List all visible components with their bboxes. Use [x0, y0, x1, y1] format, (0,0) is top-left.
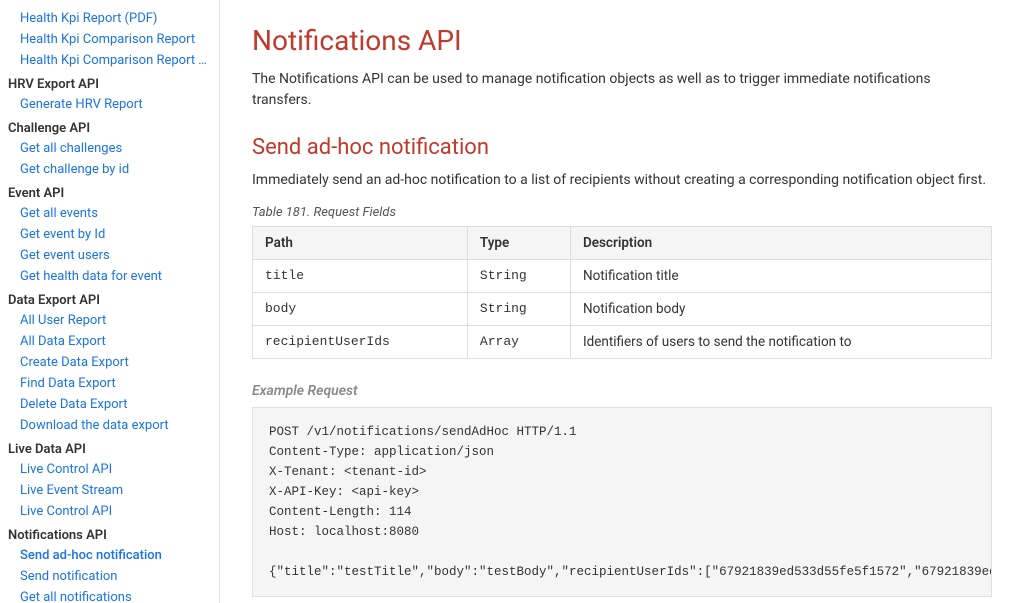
table-cell-path: body — [253, 293, 468, 326]
table-cell-description: Notification body — [570, 293, 991, 326]
table-cell-type: String — [467, 260, 570, 293]
sidebar-item[interactable]: Get all notifications — [0, 587, 219, 603]
table-header-cell: Description — [570, 227, 991, 260]
sidebar-item[interactable]: Get event users — [0, 245, 219, 266]
sidebar-item[interactable]: Send ad-hoc notification — [0, 545, 219, 566]
table-header-cell: Type — [467, 227, 570, 260]
table-head: PathTypeDescription — [253, 227, 992, 260]
table-cell-type: Array — [467, 326, 570, 359]
section-title: Send ad-hoc notification — [252, 135, 992, 160]
main-content: Notifications API The Notifications API … — [220, 0, 1024, 603]
sidebar-section-title: Event API — [0, 180, 219, 203]
sidebar-item[interactable]: Get all events — [0, 203, 219, 224]
sidebar-item[interactable]: Generate HRV Report — [0, 94, 219, 115]
table-caption: Table 181. Request Fields — [252, 205, 992, 220]
sidebar-item[interactable]: Get event by Id — [0, 224, 219, 245]
page-title: Notifications API — [252, 24, 992, 57]
sidebar-item[interactable]: Delete Data Export — [0, 394, 219, 415]
sidebar-item[interactable]: Get challenge by id — [0, 159, 219, 180]
sidebar-item[interactable]: All User Report — [0, 310, 219, 331]
sidebar-item[interactable]: Get all challenges — [0, 138, 219, 159]
table-cell-description: Identifiers of users to send the notific… — [570, 326, 991, 359]
sidebar-item[interactable]: Live Event Stream — [0, 480, 219, 501]
sidebar-item[interactable]: Health Kpi Report (PDF) — [0, 8, 219, 29]
sidebar: Health Kpi Report (PDF)Health Kpi Compar… — [0, 0, 220, 603]
sidebar-item[interactable]: Get health data for event — [0, 266, 219, 287]
table-row: titleStringNotification title — [253, 260, 992, 293]
table-cell-path: title — [253, 260, 468, 293]
sidebar-section-title: HRV Export API — [0, 71, 219, 94]
table-cell-description: Notification title — [570, 260, 991, 293]
sidebar-item[interactable]: Download the data export — [0, 415, 219, 436]
sidebar-item[interactable]: Create Data Export — [0, 352, 219, 373]
table-row: recipientUserIdsArrayIdentifiers of user… — [253, 326, 992, 359]
sidebar-item[interactable]: Health Kpi Comparison Report — [0, 29, 219, 50]
sidebar-item[interactable]: Live Control API — [0, 459, 219, 480]
sidebar-item[interactable]: Send notification — [0, 566, 219, 587]
example-request-label: Example Request — [252, 383, 992, 399]
sidebar-item[interactable]: All Data Export — [0, 331, 219, 352]
sidebar-section-title: Data Export API — [0, 287, 219, 310]
sidebar-item[interactable]: Health Kpi Comparison Report (PDF) — [0, 50, 219, 71]
table-header-row: PathTypeDescription — [253, 227, 992, 260]
table-body: titleStringNotification titlebodyStringN… — [253, 260, 992, 359]
sidebar-item[interactable]: Live Control API — [0, 501, 219, 522]
section-description: Immediately send an ad-hoc notification … — [252, 170, 992, 191]
example-request-code: POST /v1/notifications/sendAdHoc HTTP/1.… — [252, 407, 992, 597]
page-description: The Notifications API can be used to man… — [252, 69, 992, 111]
sidebar-section-title: Notifications API — [0, 522, 219, 545]
table-cell-path: recipientUserIds — [253, 326, 468, 359]
table-row: bodyStringNotification body — [253, 293, 992, 326]
sidebar-section-title: Live Data API — [0, 436, 219, 459]
sidebar-section-title: Challenge API — [0, 115, 219, 138]
table-header-cell: Path — [253, 227, 468, 260]
request-fields-table: PathTypeDescription titleStringNotificat… — [252, 226, 992, 359]
sidebar-item[interactable]: Find Data Export — [0, 373, 219, 394]
table-cell-type: String — [467, 293, 570, 326]
